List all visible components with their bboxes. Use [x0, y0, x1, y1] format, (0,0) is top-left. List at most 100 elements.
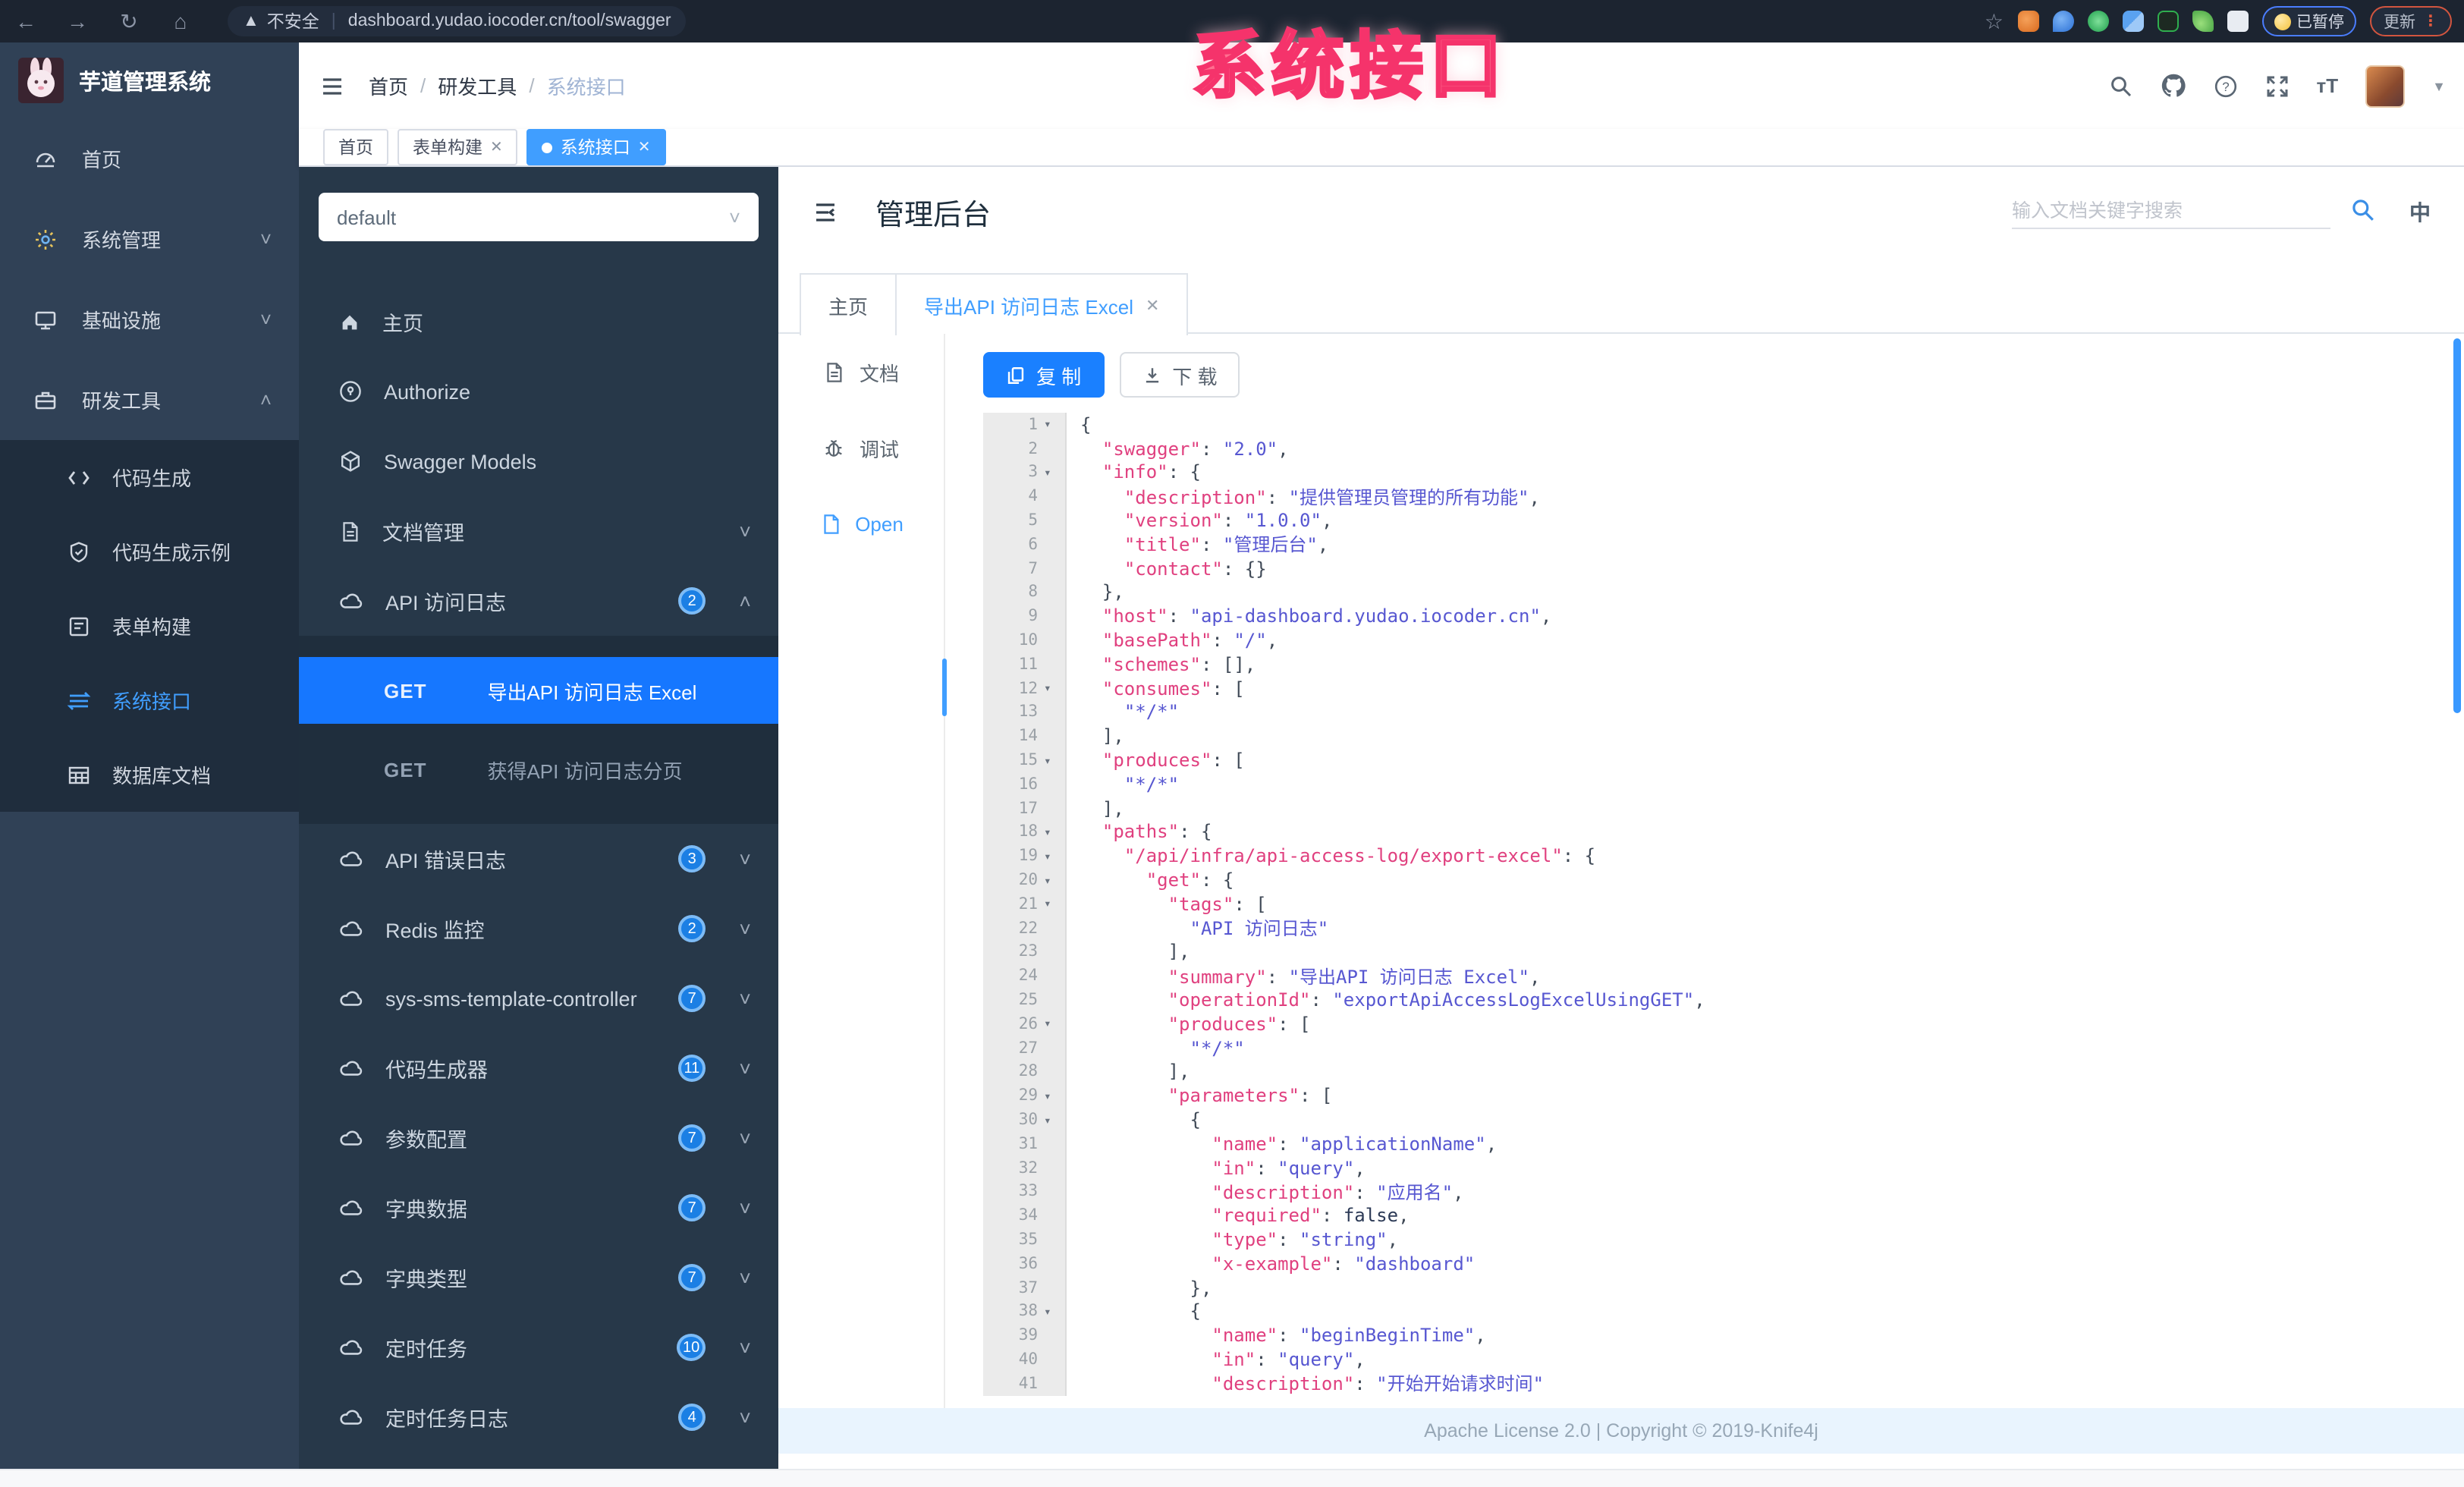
swagger-group-Redis 监控[interactable]: Redis 监控 2 ˅ [299, 894, 778, 964]
app-logo[interactable]: 芋道管理系统 [0, 42, 299, 118]
swagger-nav-API 访问日志[interactable]: API 访问日志 2 ˄ [299, 566, 778, 636]
fold-caret-icon[interactable]: ▾ [1044, 1083, 1067, 1108]
endpoint-导出API 访问日志 Excel[interactable]: GET 导出API 访问日志 Excel [299, 657, 778, 724]
extension-icon[interactable] [2157, 11, 2178, 32]
fold-caret-icon[interactable]: ▾ [1044, 1299, 1067, 1324]
sidebar-subitem-代码生成示例[interactable]: 代码生成示例 [0, 514, 299, 589]
breadcrumb-tools[interactable]: 研发工具 [438, 71, 517, 100]
fold-caret-icon[interactable]: ▾ [1044, 820, 1067, 844]
endpoint-list: GET 导出API 访问日志 Excel GET 获得API 访问日志分页 [299, 636, 778, 824]
fold-caret-icon[interactable]: ▾ [1044, 413, 1067, 437]
fullscreen-icon[interactable] [2265, 74, 2290, 98]
page-scrollbar-thumb[interactable] [2453, 338, 2461, 713]
line-number: 16 [983, 772, 1044, 797]
fold-caret-icon [1044, 1060, 1067, 1084]
swagger-group-定时任务[interactable]: 定时任务 10 ˅ [299, 1313, 778, 1382]
fold-caret-icon[interactable]: ▾ [1044, 676, 1067, 701]
fold-caret-icon [1044, 1155, 1067, 1180]
browser-update-button[interactable]: 更新 ⋮ [2370, 6, 2452, 36]
extension-icon[interactable] [2087, 11, 2108, 32]
security-label[interactable]: 不安全 [267, 9, 319, 33]
fold-caret-icon[interactable]: ▾ [1044, 748, 1067, 772]
chevron-down-icon: ˅ [259, 228, 272, 250]
swagger-group-定时任务日志[interactable]: 定时任务日志 4 ˅ [299, 1382, 778, 1452]
code-line: 33 "description": "应用名", [983, 1180, 2449, 1204]
code-editor[interactable]: 1 ▾{2 "swagger": "2.0", 3 ▾ "info": {4 "des… [983, 413, 2449, 1396]
search-icon[interactable] [2109, 74, 2133, 98]
collapse-menu-icon[interactable] [812, 199, 839, 226]
browser-back-icon[interactable]: ← [0, 9, 52, 33]
active-dot [542, 142, 553, 152]
swagger-group-代码生成器[interactable]: 代码生成器 11 ˅ [299, 1033, 778, 1103]
doc-tab-导出API 访问日志 Excel[interactable]: 导出API 访问日志 Excel ✕ [897, 273, 1189, 335]
sidebar-subitem-代码生成[interactable]: 代码生成 [0, 440, 299, 514]
doc-menu-调试[interactable]: 调试 [778, 410, 944, 486]
browser-forward-icon[interactable]: → [52, 9, 103, 33]
sidebar-item-基础设施[interactable]: 基础设施 ˅ [0, 279, 299, 360]
fold-caret-icon[interactable]: ▾ [1044, 1108, 1067, 1132]
swagger-group-字典类型[interactable]: 字典类型 7 ˅ [299, 1243, 778, 1313]
code-text: ], [1080, 725, 1124, 747]
doc-menu-文档[interactable]: 文档 [778, 334, 944, 410]
breadcrumb-home[interactable]: 首页 [369, 71, 408, 100]
sidebar-subitem-表单构建[interactable]: 表单构建 [0, 589, 299, 663]
paused-extension-badge[interactable]: 已暂停 [2261, 6, 2356, 36]
doc-tab-主页[interactable]: 主页 [800, 273, 897, 335]
fold-caret-icon[interactable]: ▾ [1044, 844, 1067, 869]
sidebar-item-研发工具[interactable]: 研发工具 ˄ [0, 360, 299, 440]
download-button[interactable]: 下 载 [1119, 352, 1240, 398]
form-icon [67, 614, 91, 638]
url-text[interactable]: dashboard.yudao.iocoder.cn/tool/swagger [348, 12, 671, 30]
browser-home-icon[interactable]: ⌂ [155, 9, 206, 33]
copy-button[interactable]: 复 制 [983, 352, 1105, 398]
line-number: 22 [983, 916, 1044, 941]
cloud-icon [338, 588, 364, 614]
swagger-nav-Authorize[interactable]: Authorize [299, 357, 778, 426]
view-tag-系统接口[interactable]: 系统接口 ✕ [526, 129, 666, 165]
close-icon[interactable]: ✕ [490, 139, 503, 156]
swagger-nav-Swagger Models[interactable]: Swagger Models [299, 426, 778, 496]
fold-caret-icon[interactable]: ▾ [1044, 1011, 1067, 1036]
language-icon[interactable]: 中 [2409, 197, 2431, 228]
swagger-group-API 错误日志[interactable]: API 错误日志 3 ˅ [299, 824, 778, 894]
font-size-icon[interactable]: тT [2317, 74, 2339, 97]
swagger-nav-主页[interactable]: 主页 [299, 287, 778, 357]
browser-reload-icon[interactable]: ↻ [103, 8, 155, 34]
view-tag-首页[interactable]: 首页 [323, 129, 388, 165]
help-icon[interactable]: ? [2214, 74, 2238, 98]
close-icon[interactable]: ✕ [1146, 295, 1159, 315]
avatar[interactable] [2365, 64, 2406, 107]
sidebar-item-系统管理[interactable]: 系统管理 ˅ [0, 199, 299, 279]
doc-menu-Open[interactable]: Open [778, 486, 944, 561]
fold-caret-icon[interactable]: ▾ [1044, 868, 1067, 892]
extension-icon[interactable] [2192, 11, 2213, 32]
fold-caret-icon[interactable]: ▾ [1044, 461, 1067, 485]
doc-search-input[interactable] [2012, 194, 2330, 229]
address-bar[interactable]: ▲ 不安全 | dashboard.yudao.iocoder.cn/tool/… [228, 6, 687, 36]
swagger-group-sys-sms-template-controller[interactable]: sys-sms-template-controller 7 ˅ [299, 964, 778, 1033]
hamburger-icon[interactable] [320, 74, 344, 98]
extension-icon[interactable] [2227, 11, 2248, 32]
chevron-down-icon[interactable]: ▼ [2432, 78, 2446, 93]
bookmark-star-icon[interactable]: ☆ [1985, 8, 2004, 34]
sidebar-subitem-系统接口[interactable]: 系统接口 [0, 663, 299, 737]
sidebar-subitem-数据库文档[interactable]: 数据库文档 [0, 737, 299, 812]
swagger-group-参数配置[interactable]: 参数配置 7 ˅ [299, 1103, 778, 1173]
extension-icon[interactable] [2122, 11, 2143, 32]
extension-icon[interactable] [2017, 11, 2038, 32]
view-tag-表单构建[interactable]: 表单构建 ✕ [398, 129, 518, 165]
code-line: 1 ▾ { [983, 413, 2449, 437]
endpoint-获得API 访问日志分页[interactable]: GET 获得API 访问日志分页 [299, 736, 778, 803]
sidebar-item-首页[interactable]: 首页 [0, 118, 299, 199]
github-icon[interactable] [2161, 73, 2186, 99]
browser-menu-icon[interactable]: ⋮ [2423, 13, 2438, 30]
extension-icon[interactable] [2052, 11, 2073, 32]
fold-caret-icon[interactable]: ▾ [1044, 891, 1067, 916]
swagger-group-字典数据[interactable]: 字典数据 7 ˅ [299, 1173, 778, 1243]
group-select[interactable]: default ˅ [319, 193, 759, 241]
close-icon[interactable]: ✕ [638, 139, 651, 156]
search-icon[interactable] [2350, 197, 2376, 223]
swagger-group-label: sys-sms-template-controller [385, 987, 637, 1010]
gear-icon [33, 227, 58, 251]
swagger-nav-文档管理[interactable]: 文档管理 ˅ [299, 496, 778, 566]
